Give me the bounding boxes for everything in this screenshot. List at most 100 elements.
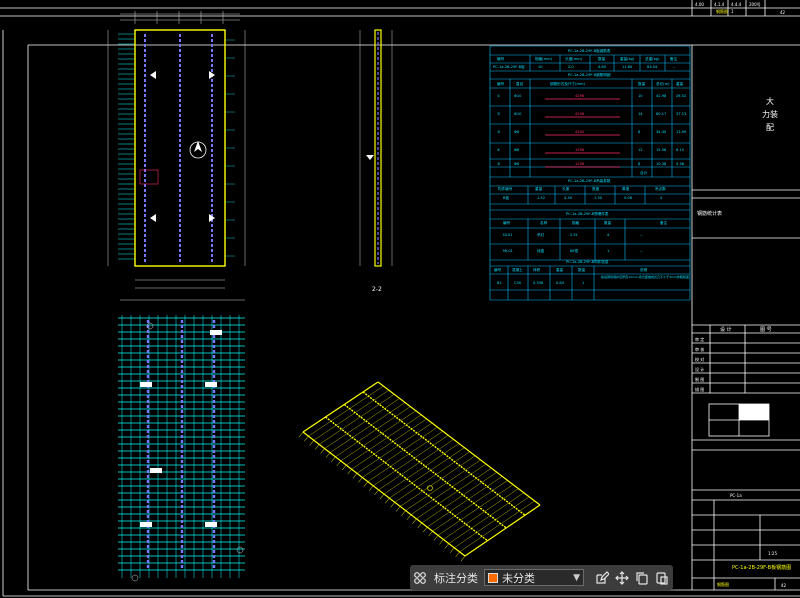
table1-title: PC-1a-2B-29F-B板钢筋表 [568, 48, 611, 53]
annotation-toolbar: 标注分类 未分类 ▼ [410, 565, 673, 590]
table4-header: 数量 [604, 220, 612, 225]
move-icon[interactable] [612, 568, 632, 588]
table3-header: 构件编号 [498, 186, 513, 191]
table3-cell: 1.52 [537, 196, 545, 200]
table3-header: 吊点数 [655, 186, 666, 191]
cad-drawing-canvas[interactable]: 4.00 4.1.4 4.4.4 200号 1 钢筋图 42 大 力装 配 钢筋… [0, 0, 800, 598]
section-label: 2-2 [372, 286, 382, 293]
table2-header: 编号 [497, 81, 505, 86]
table1-header: 重量(kg) [620, 56, 635, 61]
table2-cell: Φ10 [514, 94, 522, 98]
category-select[interactable]: 未分类 ▼ [484, 569, 584, 586]
table4-cell: 1 [607, 249, 609, 253]
row-label: 校 对 [695, 356, 704, 362]
logo-block [739, 404, 769, 420]
table2-cell: ② [497, 112, 500, 116]
table2-cell: 13.59 [676, 130, 687, 134]
title-char: 力装 [762, 109, 778, 119]
table2-cell: 60.17 [656, 112, 666, 116]
table2-header: 数量 [638, 81, 646, 86]
table2-cell: Φ8 [514, 130, 520, 134]
category-color-swatch [488, 572, 498, 583]
lift-point-marker [205, 382, 217, 387]
table1-cell: 83.54 [647, 65, 658, 69]
table2-header: 钢筋形式及尺寸(mm) [550, 81, 586, 86]
edit-icon[interactable] [592, 568, 612, 588]
table1-header: 数量 [598, 56, 606, 61]
strip-text: 4.1.4 [714, 2, 725, 7]
table3-cell: B板 [503, 195, 509, 200]
table3-cell: 0.06 [624, 196, 633, 200]
lift-point-marker [150, 468, 162, 473]
table2-cell: 14 [638, 112, 643, 116]
table1-header: 备注 [670, 56, 678, 61]
table1-cell: 11.60 [622, 65, 633, 69]
table3-header: 宽度 [592, 186, 600, 191]
strip-text: 4.4.4 [731, 2, 742, 7]
table2-cell: 10.38 [656, 162, 667, 166]
table2-header: 直径 [516, 81, 524, 86]
table2-cell: 4298 [575, 112, 585, 116]
table4-cell: MJ-01 [503, 249, 513, 253]
table4-header: 备注 [660, 220, 668, 225]
table2-cell: 4298 [575, 94, 585, 98]
table2-cell: 37.13 [676, 112, 686, 116]
table5-note: 板底钢筋保护层厚度15mm,叠合面做成凹凸不小于4mm的粗糙面 [601, 275, 689, 279]
table4-cell: DJ-01 [503, 233, 513, 237]
block-header: 图 号 [760, 327, 772, 333]
table5-cell: 0.84 [556, 281, 565, 285]
table2-total: 合计 [640, 170, 648, 175]
table2-cell: 4300 [575, 130, 585, 134]
strip-text: 4.00 [695, 2, 704, 7]
table4-cell: 吊钉 [537, 232, 545, 237]
table5-header: 数量 [578, 267, 586, 272]
copy-icon[interactable] [632, 568, 652, 588]
table4-title: PC-1a-2B-29F-B预埋件表 [566, 211, 609, 216]
lift-point-marker [205, 522, 217, 527]
category-select-value: 未分类 [502, 571, 535, 585]
table4-cell: 86型 [570, 248, 579, 253]
table2-cell: 34.40 [656, 130, 667, 134]
sheet-number-bottom: 42 [781, 583, 787, 588]
row-label: 审 定 [695, 336, 704, 342]
strip-text: 200号 [749, 1, 761, 7]
chevron-down-icon: ▼ [573, 572, 580, 583]
table4-header: 编号 [503, 220, 511, 225]
table2-cell: 12 [638, 148, 643, 152]
table1-header: 总重(kg) [645, 56, 660, 61]
table3-cell: 4.30 [564, 196, 573, 200]
paste-icon[interactable] [652, 568, 672, 588]
row-label: 审 核 [695, 346, 704, 352]
table2-cell: 15.58 [656, 148, 667, 152]
table2-title: PC-1a-2B-29F-B钢筋明细 [568, 72, 611, 77]
table4-header: 规格 [572, 220, 580, 225]
lift-point-marker [140, 522, 152, 527]
table1-cell: 2.0 [568, 65, 574, 69]
table2-cell: Φ8 [514, 148, 520, 152]
title-char: 大 [766, 96, 774, 106]
table2-header: 总长(m) [656, 81, 670, 86]
drawing-code: PC-1a-2B-29F-B板钢筋图 [732, 564, 791, 571]
table5-header: 体积 [533, 267, 541, 272]
annotation-category-label: 标注分类 [434, 571, 478, 585]
table2-cell: 26.52 [676, 94, 686, 98]
table2-cell: 42.98 [656, 94, 667, 98]
table3-title: PC-1a-2B-29F-B吊装参数 [568, 178, 611, 183]
grid-icon[interactable] [410, 568, 430, 588]
table2-cell: Φ10 [514, 112, 522, 116]
table5-header: 说明 [640, 267, 648, 272]
title-char: 配 [766, 123, 774, 132]
table5-cell: C30 [514, 281, 522, 285]
block-header: 设 计 [720, 326, 732, 333]
table5-header: 重量 [556, 267, 564, 272]
table1-header: 长度(mm) [565, 56, 583, 61]
table4-header: 名称 [540, 220, 548, 225]
table5-cell: 0.336 [533, 281, 544, 285]
table1-header: 规格(mm) [535, 56, 553, 61]
table2-cell: 6.15 [676, 148, 684, 152]
table2-cell: ③ [497, 130, 500, 134]
lift-point-marker [140, 382, 152, 387]
table5-header: 编号 [494, 267, 502, 272]
table3-header: 厚度 [622, 186, 630, 191]
table2-cell: ④ [497, 148, 500, 152]
